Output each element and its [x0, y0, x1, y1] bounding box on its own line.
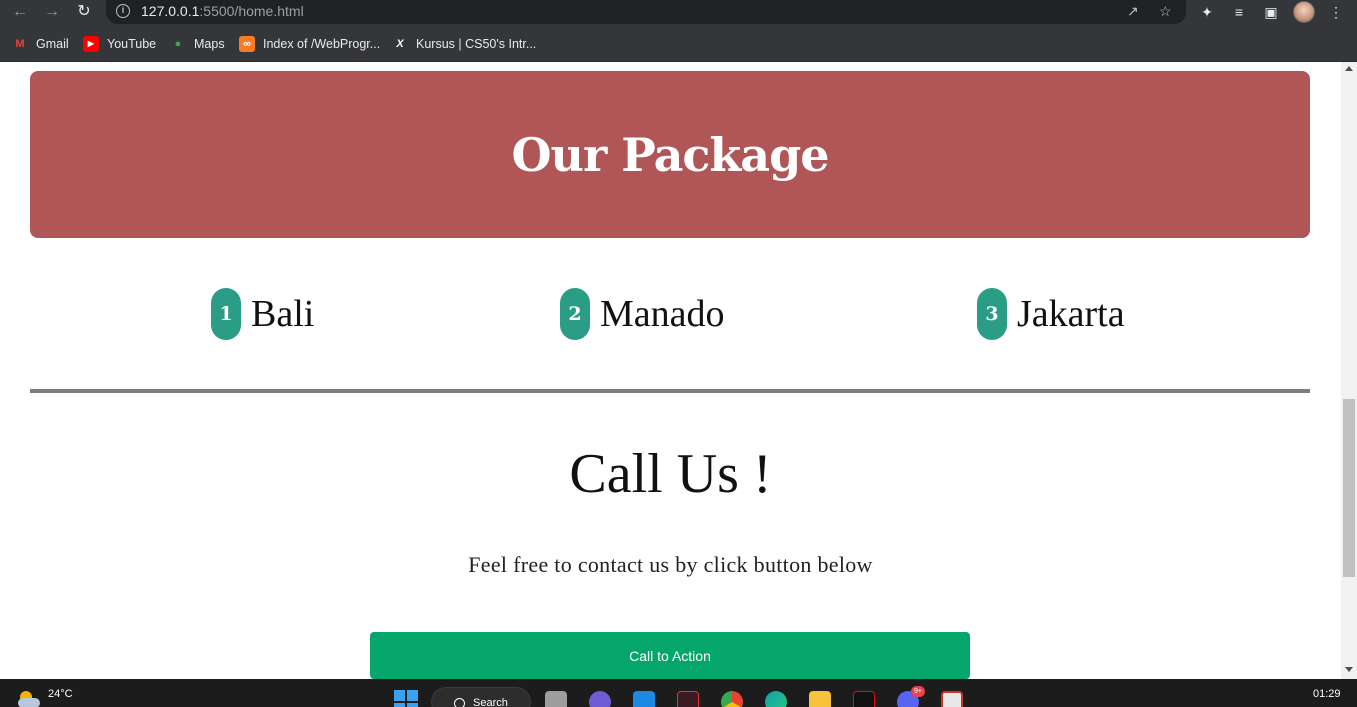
gmail-icon: M — [15, 38, 25, 50]
bookmark-label: YouTube — [107, 37, 157, 51]
package-item-jakarta: 3 Jakarta — [977, 288, 1125, 340]
xampp-icon: ∞ — [239, 36, 255, 52]
site-info-icon[interactable]: i — [116, 4, 130, 18]
package-number-badge: 3 — [977, 288, 1007, 340]
package-hero-banner: Our Package — [30, 71, 1310, 238]
windows-taskbar: 24°C Search 9+ 01:29 — [0, 679, 1357, 707]
taskbar-clock[interactable]: 01:29 — [1313, 688, 1341, 700]
call-to-action-button[interactable]: Call to Action — [370, 632, 970, 679]
forward-arrow-icon[interactable]: → — [42, 2, 62, 22]
reload-icon[interactable]: ↻ — [74, 2, 94, 22]
app-icon[interactable] — [941, 691, 963, 707]
maps-icon: ● — [174, 38, 182, 50]
bookmark-label: Maps — [194, 37, 225, 51]
file-explorer-icon[interactable] — [809, 691, 831, 707]
scroll-up-arrow-icon[interactable] — [1345, 66, 1353, 71]
package-name: Bali — [251, 293, 315, 335]
bookmark-label: Kursus | CS50's Intr... — [416, 37, 537, 51]
bookmark-xampp-index[interactable]: ∞ Index of /WebProgr... — [239, 35, 380, 53]
edx-icon: X — [396, 38, 404, 50]
url-path: :5500/home.html — [199, 3, 304, 19]
weather-icon[interactable] — [16, 687, 42, 707]
url-text[interactable]: 127.0.0.1:5500/home.html — [141, 3, 304, 19]
package-name: Manado — [600, 293, 725, 335]
teams-chat-icon[interactable] — [589, 691, 611, 707]
windows-start-icon[interactable] — [394, 690, 418, 707]
extensions-icon[interactable]: ✦ — [1198, 3, 1216, 21]
notification-badge: 9+ — [911, 686, 925, 697]
search-label: Search — [473, 697, 508, 707]
call-us-subtitle: Feel free to contact us by click button … — [468, 552, 873, 577]
reading-list-icon[interactable]: ≡ — [1230, 3, 1248, 21]
web-page: Our Package 1 Bali 2 Manado 3 Jakarta Ca… — [0, 62, 1341, 679]
vscode-icon[interactable] — [633, 691, 655, 707]
search-icon — [454, 698, 465, 707]
url-host: 127.0.0.1 — [141, 3, 200, 19]
profile-avatar[interactable] — [1293, 1, 1315, 23]
edge-icon[interactable] — [765, 691, 787, 707]
task-view-icon[interactable] — [545, 691, 567, 707]
bookmark-cs50[interactable]: X Kursus | CS50's Intr... — [392, 35, 536, 53]
bookmark-label: Gmail — [36, 37, 69, 51]
dev-tool-icon[interactable] — [677, 691, 699, 707]
package-number-badge: 1 — [211, 288, 241, 340]
package-name: Jakarta — [1017, 293, 1125, 335]
back-arrow-icon[interactable]: ← — [10, 2, 30, 22]
weather-temperature[interactable]: 24°C — [48, 688, 73, 700]
package-item-bali: 1 Bali — [211, 288, 314, 340]
browser-toolbar: ← → ↻ i 127.0.0.1:5500/home.html ↗ ☆ ✦ ≡… — [0, 0, 1357, 25]
side-panel-icon[interactable]: ▣ — [1262, 3, 1280, 21]
package-number-badge: 2 — [560, 288, 590, 340]
bookmark-youtube[interactable]: ▶ YouTube — [83, 35, 156, 53]
netflix-icon[interactable] — [853, 691, 875, 707]
youtube-icon: ▶ — [83, 36, 99, 52]
bookmark-maps[interactable]: ● Maps — [170, 35, 225, 53]
scrollbar-thumb[interactable] — [1343, 399, 1355, 577]
address-bar[interactable]: i 127.0.0.1:5500/home.html ↗ ☆ — [106, 0, 1186, 24]
taskbar-search[interactable]: Search — [431, 687, 531, 707]
section-divider — [30, 389, 1310, 393]
menu-kebab-icon[interactable]: ⋮ — [1327, 3, 1345, 21]
bookmark-label: Index of /WebProgr... — [263, 37, 381, 51]
call-us-title: Call Us ! — [569, 443, 772, 505]
hero-title: Our Package — [511, 127, 829, 182]
package-item-manado: 2 Manado — [560, 288, 725, 340]
scroll-down-arrow-icon[interactable] — [1345, 667, 1353, 672]
bookmark-star-icon[interactable]: ☆ — [1159, 3, 1172, 20]
chrome-icon[interactable] — [721, 691, 743, 707]
bookmarks-bar: M Gmail ▶ YouTube ● Maps ∞ Index of /WebProg… — [0, 25, 1357, 62]
share-icon[interactable]: ↗ — [1127, 3, 1139, 20]
page-scrollbar[interactable] — [1341, 62, 1357, 679]
bookmark-gmail[interactable]: M Gmail — [12, 35, 69, 53]
